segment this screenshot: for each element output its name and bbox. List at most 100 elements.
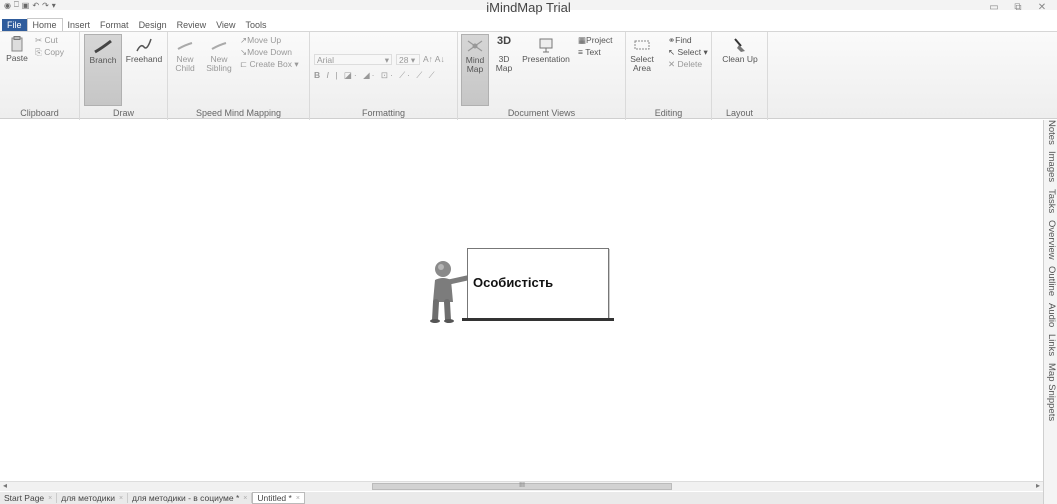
select-button[interactable]: ↖ Select ▾ bbox=[668, 47, 708, 58]
scroll-left-icon[interactable]: ◂ bbox=[3, 481, 7, 490]
line-color-icon[interactable]: ◢· bbox=[363, 70, 376, 80]
doc-tab[interactable]: для методики - в социуме * × bbox=[128, 493, 253, 503]
close-tab-icon[interactable]: × bbox=[296, 495, 300, 502]
minimize-button[interactable]: ▭ bbox=[987, 2, 1001, 13]
doc-tab-active[interactable]: Untitled * × bbox=[252, 492, 305, 504]
project-button[interactable]: ▦Project bbox=[578, 35, 613, 46]
group-label-clipboard: Clipboard bbox=[20, 108, 59, 118]
new-sibling-button[interactable]: New Sibling bbox=[204, 37, 234, 73]
side-tab-audio[interactable]: Audio bbox=[1045, 303, 1057, 331]
branch-style-icon[interactable]: ⟋· bbox=[399, 70, 412, 80]
move-down-label: Move Down bbox=[247, 47, 293, 57]
copy-label: Copy bbox=[44, 47, 65, 57]
create-box-label: Create Box bbox=[249, 59, 293, 69]
tab-design[interactable]: Design bbox=[134, 19, 172, 31]
find-button[interactable]: ⚭Find bbox=[668, 35, 692, 46]
freehand-icon bbox=[136, 38, 152, 52]
underline-icon[interactable]: | bbox=[335, 70, 339, 80]
copy-button[interactable]: ⎘ Copy bbox=[35, 47, 64, 58]
move-down-button[interactable]: ↘Move Down bbox=[240, 47, 292, 58]
close-button[interactable]: ✕ bbox=[1035, 2, 1049, 13]
group-layout: Clean Up Layout bbox=[712, 32, 768, 120]
close-tab-icon[interactable]: × bbox=[48, 495, 52, 502]
cut-button[interactable]: ✂ Cut bbox=[35, 35, 58, 46]
tab-format[interactable]: Format bbox=[95, 19, 134, 31]
central-topic-text[interactable]: Особистість bbox=[473, 275, 553, 290]
select-area-button[interactable]: Select Area bbox=[630, 37, 654, 73]
fill-color-icon[interactable]: ◪· bbox=[344, 70, 359, 80]
font-family-select[interactable]: Arial ▾ bbox=[314, 54, 392, 65]
tab-tools[interactable]: Tools bbox=[240, 19, 271, 31]
font-size-select[interactable]: 28 ▾ bbox=[396, 54, 420, 65]
new-sibling-icon bbox=[211, 42, 227, 50]
paste-label: Paste bbox=[6, 53, 28, 63]
group-clipboard: Paste ✂ Cut ⎘ Copy Clipboard bbox=[0, 32, 80, 120]
presenter-figure-icon bbox=[430, 261, 470, 323]
branch-button[interactable]: Branch bbox=[84, 34, 122, 106]
italic-icon[interactable]: I bbox=[327, 70, 331, 80]
side-tab-images[interactable]: Images bbox=[1045, 151, 1057, 186]
doc-tab-start-page[interactable]: Start Page × bbox=[0, 493, 58, 503]
doc-tab[interactable]: для методики × bbox=[57, 493, 129, 503]
3d-icon: 3D bbox=[496, 35, 512, 47]
font-dropdown-icon: ▾ bbox=[384, 55, 389, 65]
font-size-grow-icon[interactable]: A↑ A↓ bbox=[423, 54, 445, 64]
box-style-icon[interactable]: ⊡· bbox=[381, 70, 395, 80]
text-view-icon: ≡ bbox=[578, 47, 583, 57]
presentation-button[interactable]: Presentation bbox=[520, 37, 572, 64]
branch-label: Branch bbox=[89, 55, 117, 65]
tab-review[interactable]: Review bbox=[172, 19, 212, 31]
freehand-button[interactable]: Freehand bbox=[124, 37, 164, 64]
group-label-draw: Draw bbox=[112, 108, 134, 118]
presentation-icon bbox=[539, 38, 553, 53]
paste-button[interactable]: Paste bbox=[6, 36, 28, 63]
clean-up-label: Clean Up bbox=[722, 54, 758, 64]
side-tab-tasks[interactable]: Tasks bbox=[1045, 189, 1057, 217]
group-speed-mind-mapping: New Child New Sibling ↗Move Up ↘Move Dow… bbox=[168, 32, 310, 120]
project-label: Project bbox=[586, 35, 613, 45]
mind-map-label: Mind Map bbox=[465, 55, 485, 74]
scrollbar-thumb[interactable]: III bbox=[372, 482, 672, 490]
cut-label: Cut bbox=[44, 35, 58, 45]
text-view-button[interactable]: ≡ Text bbox=[578, 47, 601, 57]
window-title: iMindMap Trial bbox=[486, 0, 571, 15]
window-controls: ▭ ⧉ ✕ bbox=[987, 2, 1049, 13]
tab-view[interactable]: View bbox=[211, 19, 240, 31]
delete-label: Delete bbox=[677, 59, 703, 69]
horizontal-scrollbar[interactable]: ◂ III ▸ bbox=[0, 481, 1043, 491]
bold-icon[interactable]: B bbox=[314, 70, 322, 80]
group-formatting: Arial ▾ 28 ▾ A↑ A↓ B I | ◪· ◢· ⊡· ⟋· ⟋ ⟋… bbox=[310, 32, 458, 120]
new-child-button[interactable]: New Child bbox=[172, 37, 198, 73]
delete-button[interactable]: ✕ Delete bbox=[668, 59, 702, 70]
side-tab-overview[interactable]: Overview bbox=[1045, 220, 1057, 264]
central-topic[interactable]: Особистість bbox=[429, 248, 614, 324]
whiteboard-base bbox=[462, 318, 614, 321]
ribbon-tabs: File Home Insert Format Design Review Vi… bbox=[0, 18, 271, 31]
clean-up-button[interactable]: Clean Up bbox=[718, 37, 762, 64]
paste-icon bbox=[11, 36, 23, 52]
delete-icon: ✕ bbox=[668, 59, 676, 69]
group-label-speed: Speed Mind Mapping bbox=[195, 108, 282, 118]
tab-home[interactable]: Home bbox=[26, 18, 63, 31]
side-tab-map-snippets[interactable]: Map Snippets bbox=[1045, 363, 1057, 425]
tab-file[interactable]: File bbox=[2, 19, 27, 31]
create-box-button[interactable]: ⊏ Create Box ▾ bbox=[240, 59, 299, 70]
presentation-label: Presentation bbox=[522, 54, 570, 64]
move-up-button[interactable]: ↗Move Up bbox=[240, 35, 281, 46]
scrollbar-grip: III bbox=[519, 482, 525, 489]
3d-map-button[interactable]: 3D 3D Map bbox=[492, 35, 516, 73]
close-tab-icon[interactable]: × bbox=[243, 495, 247, 502]
new-child-icon bbox=[177, 42, 193, 50]
doc-tab-label: Start Page bbox=[4, 493, 45, 503]
arrow-style-icon[interactable]: ⟋ ⟋ bbox=[416, 70, 436, 80]
maximize-button[interactable]: ⧉ bbox=[1011, 2, 1025, 13]
tab-insert[interactable]: Insert bbox=[63, 19, 96, 31]
side-tab-outline[interactable]: Outline bbox=[1045, 266, 1057, 300]
close-tab-icon[interactable]: × bbox=[119, 495, 123, 502]
side-tab-notes[interactable]: Notes bbox=[1045, 120, 1057, 149]
mind-map-view-button[interactable]: Mind Map bbox=[461, 34, 489, 106]
select-label: Select bbox=[677, 47, 702, 57]
side-tab-links[interactable]: Links bbox=[1045, 334, 1057, 360]
group-label-editing: Editing bbox=[654, 108, 683, 118]
scroll-right-icon[interactable]: ▸ bbox=[1036, 481, 1040, 490]
